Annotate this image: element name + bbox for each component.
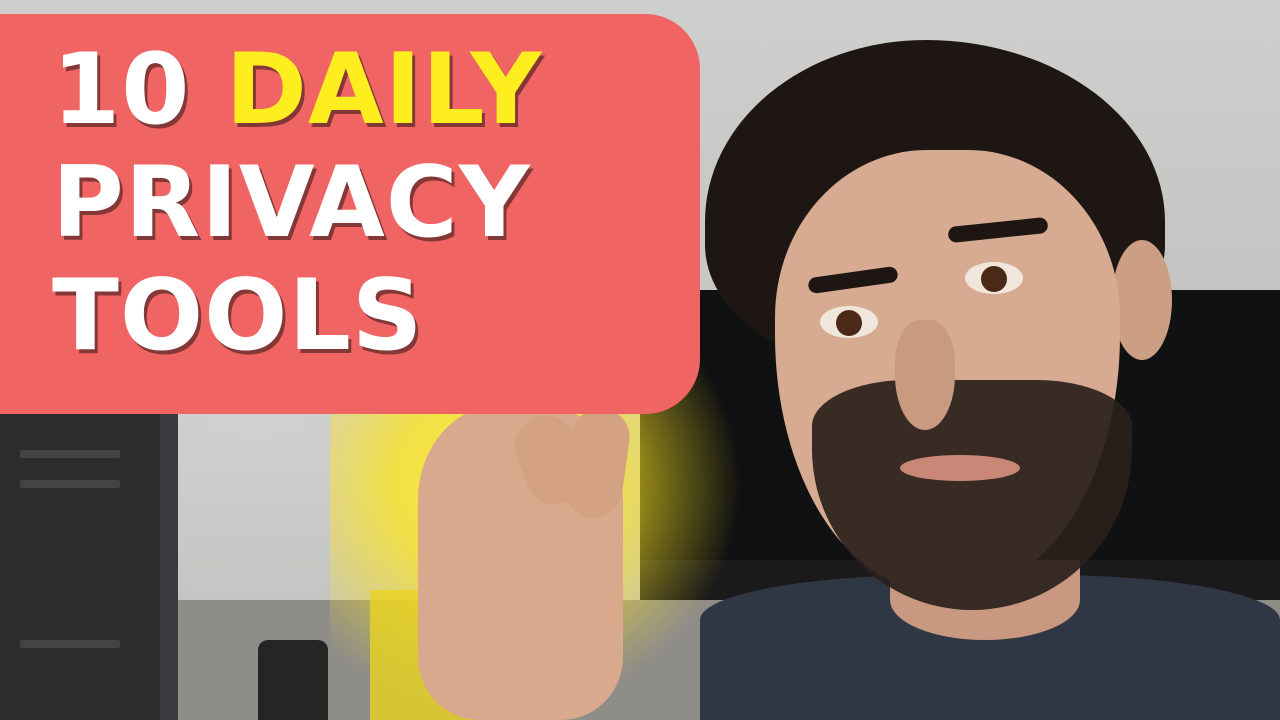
background-pc-tower xyxy=(0,410,178,720)
title-highlight-word: DAILY xyxy=(225,33,543,147)
person-eye-left xyxy=(820,306,878,338)
thumbnail-title: 10 DAILY PRIVACY TOOLS xyxy=(52,34,692,373)
title-number: 10 xyxy=(52,33,191,147)
title-line-2: PRIVACY xyxy=(52,146,531,260)
person-eye-right xyxy=(965,262,1023,294)
person-mouth xyxy=(900,455,1020,481)
background-speaker xyxy=(258,640,328,720)
title-line-1: 10 DAILY xyxy=(52,34,692,147)
pc-slot xyxy=(20,480,120,488)
person-nose xyxy=(895,320,955,430)
video-thumbnail[interactable]: y 10 DAILY PRIVACY TOOLS xyxy=(0,0,1280,720)
person-ear xyxy=(1112,240,1172,360)
pc-slot xyxy=(20,450,120,458)
pc-slot xyxy=(20,640,120,648)
title-line-3: TOOLS xyxy=(52,259,424,373)
